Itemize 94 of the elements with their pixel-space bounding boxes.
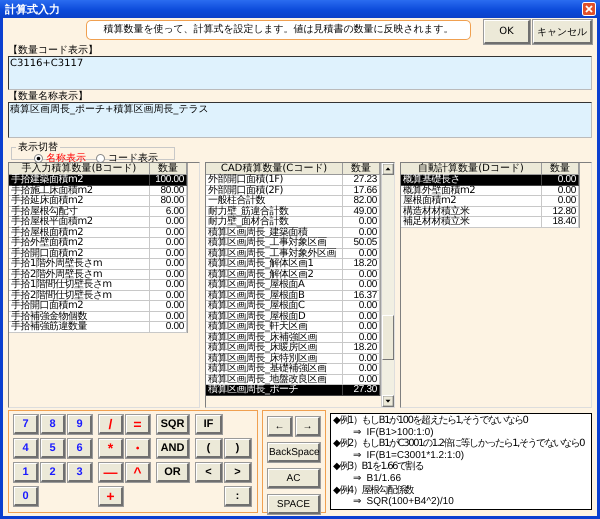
example-formula: ⇒ B1/1.66 xyxy=(352,472,402,484)
table-row[interactable]: 手拾1階外周壁長さm 0.00 xyxy=(9,259,187,270)
key-button[interactable]: 6 xyxy=(68,439,92,458)
table-row[interactable]: 積算区画周長_解体区画1 18.20 xyxy=(206,259,380,270)
dialog-button[interactable]: キャンセル xyxy=(533,20,592,44)
table-row[interactable]: 積算区画周長_建築面積 0.00 xyxy=(206,228,380,238)
table-cell: 積算区画周長_ポーチ xyxy=(206,385,343,396)
table-cell: 0.00 xyxy=(150,322,187,332)
dialog-button[interactable]: OK xyxy=(484,20,530,44)
table-row[interactable]: 手拾施工床面積m2 80.00 xyxy=(9,186,187,196)
table-row[interactable]: 手拾補強筋違数量 0.00 xyxy=(9,322,187,332)
key-button[interactable]: BackSpace xyxy=(268,443,320,462)
scroll-down-button[interactable] xyxy=(382,395,394,407)
table-row[interactable]: 積算区画周長_屋根面B 16.37 xyxy=(206,290,380,301)
key-button[interactable]: : xyxy=(225,487,251,506)
table-row[interactable]: 積算区画周長_基礎補強区画 0.00 xyxy=(206,364,380,374)
key-button[interactable]: > xyxy=(225,463,251,482)
key-button[interactable]: 0 xyxy=(14,487,38,506)
table-row[interactable]: 手拾屋根平面積m2 0.00 xyxy=(9,217,187,228)
table-row[interactable]: 積算区画周長_床特別区画 0.00 xyxy=(206,354,380,364)
table-row[interactable]: 一般柱合計数 82.00 xyxy=(206,196,380,206)
table-row[interactable]: 手拾建築面積m2 100.00 xyxy=(9,175,187,186)
table-cell: 手拾補強筋違数量 xyxy=(9,322,150,332)
key-button[interactable]: SQR xyxy=(157,415,189,434)
radio-option[interactable]: コード表示 xyxy=(96,153,158,164)
table-row[interactable]: 積算区画周長_屋根面D 0.00 xyxy=(206,312,380,322)
table-row[interactable]: 手拾補強金物個数 0.00 xyxy=(9,312,187,322)
scrollbar[interactable] xyxy=(381,163,394,407)
key-button[interactable]: ← xyxy=(268,417,292,436)
key-button[interactable]: AC xyxy=(268,469,320,488)
table-cell: 27.30 xyxy=(343,385,380,396)
example-title: ◆例4）屋根勾配係数 xyxy=(333,484,414,496)
window-title: 計算式入力 xyxy=(5,2,61,16)
key-button[interactable]: → xyxy=(296,417,320,436)
key-button[interactable]: SPACE xyxy=(268,495,320,514)
table-row[interactable]: 構造材材積立米 12.80 xyxy=(401,206,579,217)
table-row[interactable]: 積算区画周長_解体区画2 0.00 xyxy=(206,270,380,280)
table-row[interactable]: 手拾2階間仕切壁長さm 0.00 xyxy=(9,290,187,301)
example-title: ◆例1）もしB1が100を超えたら1,そうでないなら0 xyxy=(333,415,528,427)
key-button[interactable]: 1 xyxy=(14,463,38,482)
table-row[interactable]: 積算区画周長_床暖房区画 18.20 xyxy=(206,343,380,354)
key-button[interactable]: 3 xyxy=(68,463,92,482)
example-formula: ⇒ SQR(100+B4^2)/10 xyxy=(352,496,454,508)
table-row[interactable]: 手拾外壁面積m2 0.00 xyxy=(9,238,187,248)
group-label: 表示切替 xyxy=(17,142,59,153)
key-button[interactable]: 5 xyxy=(41,439,65,458)
key-button[interactable]: ) xyxy=(225,439,251,458)
table-row[interactable]: 手拾屋根勾配寸 6.00 xyxy=(9,206,187,217)
table-row[interactable]: 手拾延床面積m2 80.00 xyxy=(9,196,187,206)
example-title: ◆例3）B1を1.66で割る xyxy=(333,461,423,473)
table-row[interactable]: 手拾開口面積m2 0.00 xyxy=(9,248,187,259)
table-row[interactable]: 概算基礎長さ 0.00 xyxy=(401,175,579,186)
table-row[interactable]: 概算外壁面積m2 0.00 xyxy=(401,186,579,196)
table-cell: 補足材材積立米 xyxy=(401,217,542,228)
field-label: 【数量コード表示】 xyxy=(8,45,98,56)
key-button[interactable]: 9 xyxy=(68,415,92,434)
table-row[interactable]: 耐力壁_面材合計数 0.00 xyxy=(206,217,380,228)
table-row[interactable]: 積算区画周長_軒天区画 0.00 xyxy=(206,322,380,332)
formula-field[interactable]: 積算区画周長_ポーチ+積算区画周長_テラス xyxy=(8,102,592,138)
table-row[interactable]: 積算区画周長_工事対象区画 50.05 xyxy=(206,238,380,248)
table-row[interactable]: 積算区画周長_地盤改良区画 0.00 xyxy=(206,374,380,385)
table-row[interactable]: 手拾開口面積m2 0.00 xyxy=(9,301,187,312)
table-row[interactable]: 手拾2階外周壁長さm 0.00 xyxy=(9,270,187,280)
table-row[interactable]: 外部開口面積(1F) 27.23 xyxy=(206,175,380,186)
key-button[interactable]: IF xyxy=(196,415,222,434)
table-row[interactable]: 積算区画周長_ポーチ 27.30 xyxy=(206,385,380,396)
table-row[interactable]: 手拾1階間仕切壁長さm 0.00 xyxy=(9,280,187,290)
key-button[interactable]: 7 xyxy=(14,415,38,434)
table-row[interactable]: 積算区画周長_屋根面C 0.00 xyxy=(206,301,380,312)
key-button[interactable]: OR xyxy=(157,463,189,482)
example-formula: ⇒ IF(B1=C3001*1.2:1:0) xyxy=(352,450,464,461)
example-title: ◆例2）もしB1がC3001の1.2倍に等しかったら1,そうでないなら0 xyxy=(333,438,584,450)
table-row[interactable]: 積算区画周長_屋根面A 0.00 xyxy=(206,280,380,290)
key-button[interactable]: ( xyxy=(196,439,222,458)
table-row[interactable]: 補足材材積立米 18.40 xyxy=(401,217,579,228)
table-row[interactable]: 屋根面積m2 0.00 xyxy=(401,196,579,206)
example-formula: ⇒ IF(B1>100:1:0) xyxy=(352,426,434,438)
key-button[interactable]: < xyxy=(196,463,222,482)
close-icon[interactable] xyxy=(582,2,596,16)
table-row[interactable]: 手拾屋根面積m2 0.00 xyxy=(9,228,187,238)
table-row[interactable]: 耐力壁_筋違合計数 49.00 xyxy=(206,206,380,217)
scroll-up-button[interactable] xyxy=(382,163,394,175)
table-cell: 18.40 xyxy=(542,217,579,228)
table-row[interactable]: 外部開口面積(2F) 17.66 xyxy=(206,186,380,196)
key-button[interactable]: 4 xyxy=(14,439,38,458)
info-box: 積算数量を使って、計算式を設定します。値は見積書の数量に反映されます。 xyxy=(86,20,471,40)
table-row[interactable]: 積算区画周長_工事対象外区画 0.00 xyxy=(206,248,380,259)
key-button[interactable]: 8 xyxy=(41,415,65,434)
table-row[interactable]: 積算区画周長_床補強区画 0.00 xyxy=(206,332,380,343)
key-button[interactable]: 2 xyxy=(41,463,65,482)
field-label: 【数量名称表示】 xyxy=(8,91,88,102)
formula-field[interactable]: C3116+C3117 xyxy=(8,56,592,90)
key-button[interactable]: AND xyxy=(157,439,189,458)
scroll-thumb[interactable] xyxy=(382,315,394,360)
